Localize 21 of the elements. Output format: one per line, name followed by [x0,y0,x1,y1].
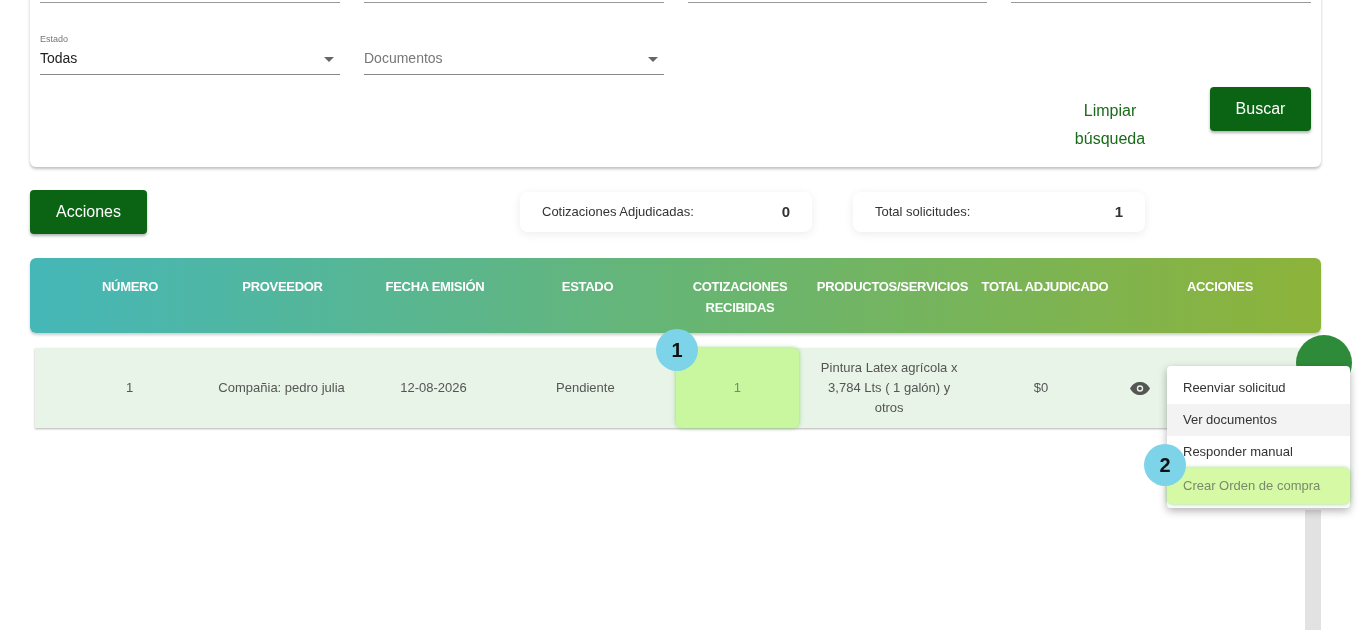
column-header: PRODUCTOS/SERVICIOS [815,278,970,296]
column-header: ACCIONES [1185,278,1255,296]
table-cell-text: 1 [125,379,135,397]
column-header: FECHA EMISIÓN [384,278,486,296]
stat-value: 0 [781,201,790,222]
field-label: Estado [40,33,69,46]
table-cell-text: Pendiente [555,379,616,397]
table-cell-text: Compañia: pedro julia [217,379,346,397]
stat-value: 1 [1114,201,1123,222]
column-header: ESTADO [560,278,615,296]
field-placeholder: Documentos [364,49,443,68]
field-value: Todas [40,49,78,68]
stat-label: Total solicitudes: [875,203,971,222]
table-cell-text: 12-08-2026 [399,379,468,397]
column-header: TOTAL ADJUDICADO [980,278,1110,296]
column-header: NÚMERO [101,278,159,296]
table-cell-text: $0 [1032,379,1050,397]
column-header: PROVEEDOR [241,278,324,296]
table-cell-text: Pintura Latex agrícola x 3,784 Lts ( 1 galón) y otros [819,359,959,417]
column-header: COTIZACIONES RECIBIDAS [691,278,789,317]
stat-label: Cotizaciones Adjudicadas: [542,203,694,222]
